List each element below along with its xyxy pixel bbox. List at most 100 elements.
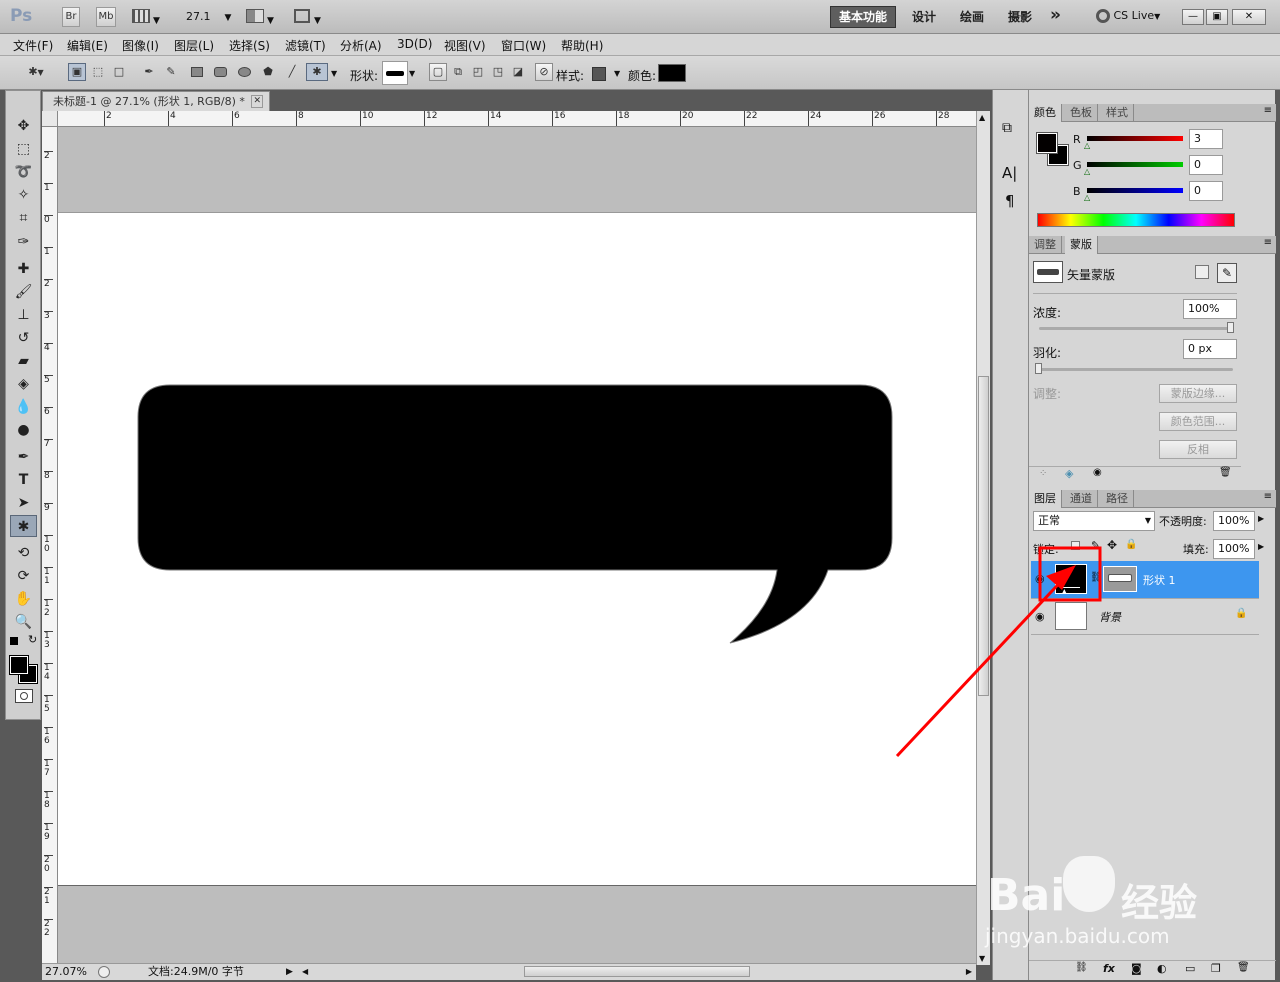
tab-color[interactable]: 颜色 [1029, 104, 1062, 122]
custom-shape-option[interactable]: ✱ [306, 63, 328, 81]
delete-layer-trash-icon[interactable]: 🗑 [1237, 962, 1250, 973]
ruler-origin[interactable] [42, 111, 58, 127]
lock-position-icon[interactable]: ✥ [1107, 538, 1117, 552]
workspace-painting[interactable]: 绘画 [960, 8, 984, 25]
mini-bridge-button[interactable]: Mb [96, 7, 116, 27]
blur-tool-icon[interactable]: 💧 [10, 396, 37, 418]
red-value-field[interactable]: 3 [1189, 129, 1223, 149]
panel-menu-icon[interactable]: ≡ [1264, 491, 1272, 502]
zoom-tool-icon[interactable]: 🔍 [10, 611, 37, 633]
status-info-icon[interactable] [98, 966, 110, 978]
feather-slider-handle[interactable] [1035, 363, 1042, 374]
tool-preset-picker[interactable]: ✱▼ [20, 63, 52, 81]
fill-arrow-icon[interactable]: ▶ [1258, 542, 1264, 551]
select-pixel-mask-icon[interactable] [1195, 265, 1209, 279]
more-workspaces-icon[interactable]: » [1050, 5, 1061, 25]
new-adjustment-layer-icon[interactable]: ◐ [1157, 962, 1167, 975]
density-slider[interactable] [1039, 327, 1233, 330]
add-to-shape-area-button[interactable]: ⧉ [449, 63, 467, 81]
vertical-scrollbar[interactable]: ▲ ▼ [976, 111, 990, 965]
trash-icon[interactable]: 🗑 [1219, 467, 1232, 478]
layer-row-shape-1[interactable]: ◉ ▲ ⛓ 形状 1 [1031, 561, 1259, 599]
ellipse-option[interactable] [235, 63, 253, 81]
menu-window[interactable]: 窗口(W) [501, 37, 546, 54]
vertical-ruler[interactable]: 2 1 0 1 2 3 4 5 6 7 8 9 10 11 12 13 14 15 16 17 18 19 20 21 22 [42, 127, 58, 965]
slider-handle-icon[interactable]: △ [1084, 167, 1090, 176]
lock-transparent-icon[interactable] [1071, 541, 1080, 550]
menu-view[interactable]: 视图(V) [444, 37, 486, 54]
status-menu-arrow-icon[interactable]: ▶ [286, 964, 293, 980]
layer-fill-thumbnail[interactable]: ▲ [1055, 564, 1087, 595]
lock-image-icon[interactable]: ✎ [1091, 539, 1100, 552]
screen-mode-button[interactable]: ▼ [294, 9, 328, 26]
layer-visibility-eye-icon[interactable]: ◉ [1035, 572, 1045, 585]
lasso-tool-icon[interactable]: ➰ [10, 161, 37, 183]
invert-button[interactable]: 反相 [1159, 440, 1237, 459]
3d-rotate-tool-icon[interactable]: ⟲ [10, 542, 37, 564]
paragraph-panel-icon[interactable]: ¶ [1005, 192, 1015, 210]
lock-all-icon[interactable]: 🔒 [1125, 539, 1137, 550]
workspace-essentials-button[interactable]: 基本功能 [830, 6, 896, 28]
history-panel-icon[interactable]: ⧉ [1002, 120, 1012, 136]
link-style-button[interactable]: ⊘ [535, 63, 553, 81]
add-mask-icon[interactable]: ◙ [1131, 962, 1142, 975]
layer-background-thumbnail[interactable] [1055, 602, 1087, 630]
status-zoom[interactable]: 27.07% [45, 964, 87, 980]
density-slider-handle[interactable] [1227, 322, 1234, 333]
panel-menu-icon[interactable]: ≡ [1264, 237, 1272, 248]
view-extras-button[interactable]: ▼ [132, 9, 164, 26]
line-option[interactable]: ╱ [283, 63, 301, 81]
zoom-level-dropdown[interactable]: 27.1 ▼ [186, 10, 231, 23]
menu-analysis[interactable]: 分析(A) [340, 37, 382, 54]
menu-help[interactable]: 帮助(H) [561, 37, 603, 54]
exclude-shape-area-button[interactable]: ◪ [509, 63, 527, 81]
move-tool-icon[interactable]: ✥ [10, 115, 37, 137]
tab-masks[interactable]: 蒙版 [1065, 236, 1098, 254]
shape-picker[interactable] [382, 61, 408, 85]
crop-tool-icon[interactable]: ⌗ [10, 207, 37, 229]
layer-vector-mask-thumbnail[interactable] [1103, 566, 1137, 592]
close-window-button[interactable]: ✕ [1232, 9, 1266, 25]
scroll-left-icon[interactable]: ◀ [302, 964, 308, 980]
minimize-button[interactable]: — [1182, 9, 1204, 25]
cs-live-button[interactable]: CS Live▼ [1096, 9, 1160, 23]
bridge-button[interactable]: Br [62, 7, 80, 27]
menu-file[interactable]: 文件(F) [13, 37, 53, 54]
layer-visibility-eye-icon[interactable]: ◉ [1035, 610, 1045, 623]
slider-handle-icon[interactable]: △ [1084, 193, 1090, 202]
tab-paths[interactable]: 路径 [1101, 490, 1134, 508]
blue-value-field[interactable]: 0 [1189, 181, 1223, 201]
subtract-shape-area-button[interactable]: ◰ [469, 63, 487, 81]
healing-brush-tool-icon[interactable]: ✚ [10, 258, 37, 280]
tab-layers[interactable]: 图层 [1029, 490, 1062, 508]
layer-link-icon[interactable]: ⛓ [1090, 572, 1103, 583]
dodge-tool-icon[interactable]: ● [10, 419, 37, 441]
menu-3d[interactable]: 3D(D) [397, 37, 432, 51]
tab-styles[interactable]: 样式 [1101, 104, 1134, 122]
green-slider[interactable] [1087, 162, 1183, 167]
new-group-folder-icon[interactable]: ▭ [1185, 962, 1195, 975]
new-layer-icon[interactable]: ❐ [1211, 962, 1221, 975]
slider-handle-icon[interactable]: △ [1084, 141, 1090, 150]
rectangular-marquee-tool-icon[interactable]: ⬚ [10, 138, 37, 160]
pen-tool-icon[interactable]: ✒ [10, 446, 37, 468]
eyedropper-tool-icon[interactable]: ✑ [10, 231, 37, 253]
select-vector-mask-icon[interactable]: ✎ [1217, 263, 1237, 283]
rectangle-option[interactable] [188, 63, 206, 81]
rounded-rectangle-option[interactable] [211, 63, 229, 81]
brush-tool-icon[interactable]: 🖌 [10, 281, 37, 303]
workspace-design[interactable]: 设计 [912, 8, 936, 25]
type-tool-icon[interactable]: T [10, 469, 37, 491]
pen-tool-option[interactable]: ✒ [140, 63, 158, 81]
hand-tool-icon[interactable]: ✋ [10, 588, 37, 610]
quick-selection-tool-icon[interactable]: ✧ [10, 184, 37, 206]
link-layers-icon[interactable]: ⛓ [1075, 962, 1088, 973]
chevron-down-icon[interactable]: ▼ [614, 69, 620, 78]
default-colors-icon[interactable] [10, 637, 18, 645]
layer-name-background[interactable]: 背景 [1099, 609, 1121, 625]
opacity-arrow-icon[interactable]: ▶ [1258, 514, 1264, 523]
scroll-up-icon[interactable]: ▲ [979, 113, 985, 122]
speech-bubble-shape[interactable] [58, 213, 976, 885]
horizontal-ruler[interactable]: 2 4 6 8 10 12 14 16 18 20 22 24 26 28 [58, 111, 976, 127]
fill-pixels-mode-button[interactable]: □ [110, 63, 128, 81]
